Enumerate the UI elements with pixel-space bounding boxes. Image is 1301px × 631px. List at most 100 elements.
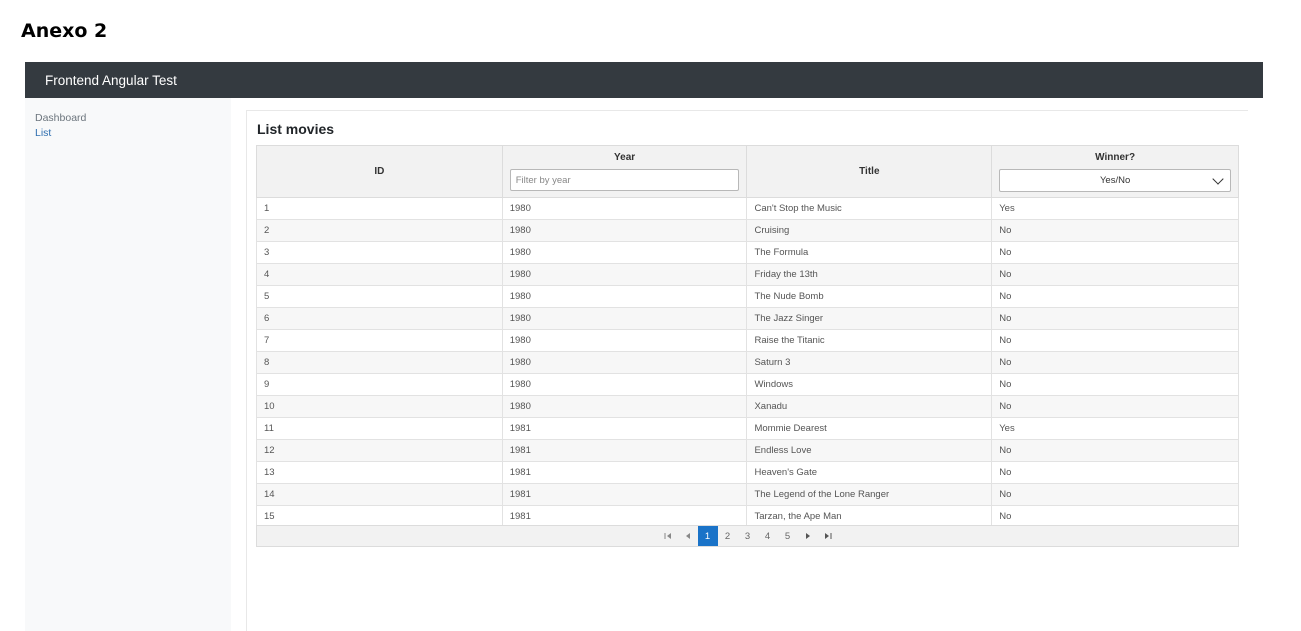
cell-title: The Formula bbox=[746, 241, 993, 264]
document-heading: Anexo 2 bbox=[21, 20, 108, 42]
sidebar-item-dashboard[interactable]: Dashboard bbox=[35, 111, 221, 126]
table-row: 2 1980 Cruising No bbox=[256, 219, 1239, 242]
navbar-brand[interactable]: Frontend Angular Test bbox=[45, 73, 177, 88]
page-title: List movies bbox=[257, 121, 335, 137]
cell-year: 1980 bbox=[501, 219, 748, 242]
cell-title: Windows bbox=[746, 373, 993, 396]
cell-winner: No bbox=[991, 263, 1239, 286]
cell-title: Cruising bbox=[746, 219, 993, 242]
cell-id: 3 bbox=[256, 241, 503, 264]
cell-winner: No bbox=[991, 439, 1239, 462]
cell-title: Raise the Titanic bbox=[746, 329, 993, 352]
sidebar-item-list[interactable]: List bbox=[35, 126, 221, 141]
page-button-2[interactable]: 2 bbox=[718, 526, 738, 546]
table-row: 5 1980 The Nude Bomb No bbox=[256, 285, 1239, 308]
cell-year: 1980 bbox=[501, 351, 748, 374]
table-row: 3 1980 The Formula No bbox=[256, 241, 1239, 264]
cell-winner: No bbox=[991, 373, 1239, 396]
top-navbar: Frontend Angular Test bbox=[25, 62, 1263, 98]
first-page-icon[interactable] bbox=[658, 526, 678, 546]
page-button-3[interactable]: 3 bbox=[738, 526, 758, 546]
cell-id: 5 bbox=[256, 285, 503, 308]
cell-winner: Yes bbox=[991, 197, 1239, 220]
column-header-winner: Winner? Yes/No bbox=[991, 145, 1239, 198]
table-row: 13 1981 Heaven's Gate No bbox=[256, 461, 1239, 484]
next-page-icon[interactable] bbox=[798, 526, 818, 546]
column-header-year: Year bbox=[501, 145, 748, 198]
cell-title: The Nude Bomb bbox=[746, 285, 993, 308]
cell-id: 11 bbox=[256, 417, 503, 440]
cell-winner: No bbox=[991, 351, 1239, 374]
cell-id: 8 bbox=[256, 351, 503, 374]
movies-table: ID Year Title Winner? Yes/No 11 98 bbox=[256, 145, 1239, 528]
cell-year: 1981 bbox=[501, 439, 748, 462]
cell-year: 1980 bbox=[501, 263, 748, 286]
cell-winner: No bbox=[991, 285, 1239, 308]
table-row: 9 1980 Windows No bbox=[256, 373, 1239, 396]
cell-title: The Legend of the Lone Ranger bbox=[746, 483, 993, 506]
sidebar: Dashboard List bbox=[25, 98, 231, 631]
cell-id: 4 bbox=[256, 263, 503, 286]
page-button-1[interactable]: 1 bbox=[697, 526, 718, 546]
page-button-5[interactable]: 5 bbox=[778, 526, 798, 546]
cell-year: 1980 bbox=[501, 197, 748, 220]
cell-year: 1981 bbox=[501, 461, 748, 484]
page-button-4[interactable]: 4 bbox=[758, 526, 778, 546]
cell-id: 7 bbox=[256, 329, 503, 352]
table-row: 4 1980 Friday the 13th No bbox=[256, 263, 1239, 286]
table-row: 14 1981 The Legend of the Lone Ranger No bbox=[256, 483, 1239, 506]
cell-year: 1981 bbox=[501, 483, 748, 506]
column-header-year-label: Year bbox=[614, 152, 636, 163]
cell-year: 1980 bbox=[501, 285, 748, 308]
cell-winner: No bbox=[991, 219, 1239, 242]
cell-year: 1980 bbox=[501, 329, 748, 352]
cell-winner: Yes bbox=[991, 417, 1239, 440]
cell-year: 1980 bbox=[501, 373, 748, 396]
last-page-icon[interactable] bbox=[818, 526, 838, 546]
cell-title: Can't Stop the Music bbox=[746, 197, 993, 220]
winner-filter-select[interactable]: Yes/No bbox=[999, 168, 1231, 192]
table-row: 7 1980 Raise the Titanic No bbox=[256, 329, 1239, 352]
cell-title: Friday the 13th bbox=[746, 263, 993, 286]
cell-winner: No bbox=[991, 241, 1239, 264]
column-header-id: ID bbox=[256, 145, 503, 198]
cell-id: 12 bbox=[256, 439, 503, 462]
table-row: 6 1980 The Jazz Singer No bbox=[256, 307, 1239, 330]
cell-winner: No bbox=[991, 395, 1239, 418]
cell-winner: No bbox=[991, 329, 1239, 352]
winner-filter-value: Yes/No bbox=[1099, 174, 1131, 186]
cell-id: 2 bbox=[256, 219, 503, 242]
year-filter-input[interactable] bbox=[509, 169, 740, 191]
table-row: 12 1981 Endless Love No bbox=[256, 439, 1239, 462]
table-header-row: ID Year Title Winner? Yes/No bbox=[256, 145, 1239, 198]
cell-title: Endless Love bbox=[746, 439, 993, 462]
cell-year: 1980 bbox=[501, 307, 748, 330]
table-row: 11 1981 Mommie Dearest Yes bbox=[256, 417, 1239, 440]
pagination: 12345 bbox=[256, 525, 1239, 547]
cell-title: The Jazz Singer bbox=[746, 307, 993, 330]
cell-id: 1 bbox=[256, 197, 503, 220]
cell-title: Heaven's Gate bbox=[746, 461, 993, 484]
cell-winner: No bbox=[991, 461, 1239, 484]
cell-title: Saturn 3 bbox=[746, 351, 993, 374]
cell-winner: No bbox=[991, 483, 1239, 506]
prev-page-icon[interactable] bbox=[678, 526, 698, 546]
table-row: 10 1980 Xanadu No bbox=[256, 395, 1239, 418]
cell-id: 13 bbox=[256, 461, 503, 484]
cell-year: 1980 bbox=[501, 395, 748, 418]
column-header-id-label: ID bbox=[374, 166, 385, 177]
movies-table-body: 1 1980 Can't Stop the Music Yes 2 1980 Cruisin… bbox=[256, 197, 1239, 528]
cell-id: 9 bbox=[256, 373, 503, 396]
column-header-title: Title bbox=[746, 145, 993, 198]
list-movies-card: List movies ID Year Title Winner? Yes/No bbox=[246, 110, 1248, 631]
table-row: 8 1980 Saturn 3 No bbox=[256, 351, 1239, 374]
cell-title: Mommie Dearest bbox=[746, 417, 993, 440]
page-number-list: 12345 bbox=[697, 526, 798, 546]
cell-id: 14 bbox=[256, 483, 503, 506]
cell-year: 1980 bbox=[501, 241, 748, 264]
column-header-winner-label: Winner? bbox=[1095, 151, 1136, 163]
column-header-title-label: Title bbox=[859, 166, 880, 177]
cell-id: 10 bbox=[256, 395, 503, 418]
cell-winner: No bbox=[991, 307, 1239, 330]
cell-year: 1981 bbox=[501, 417, 748, 440]
